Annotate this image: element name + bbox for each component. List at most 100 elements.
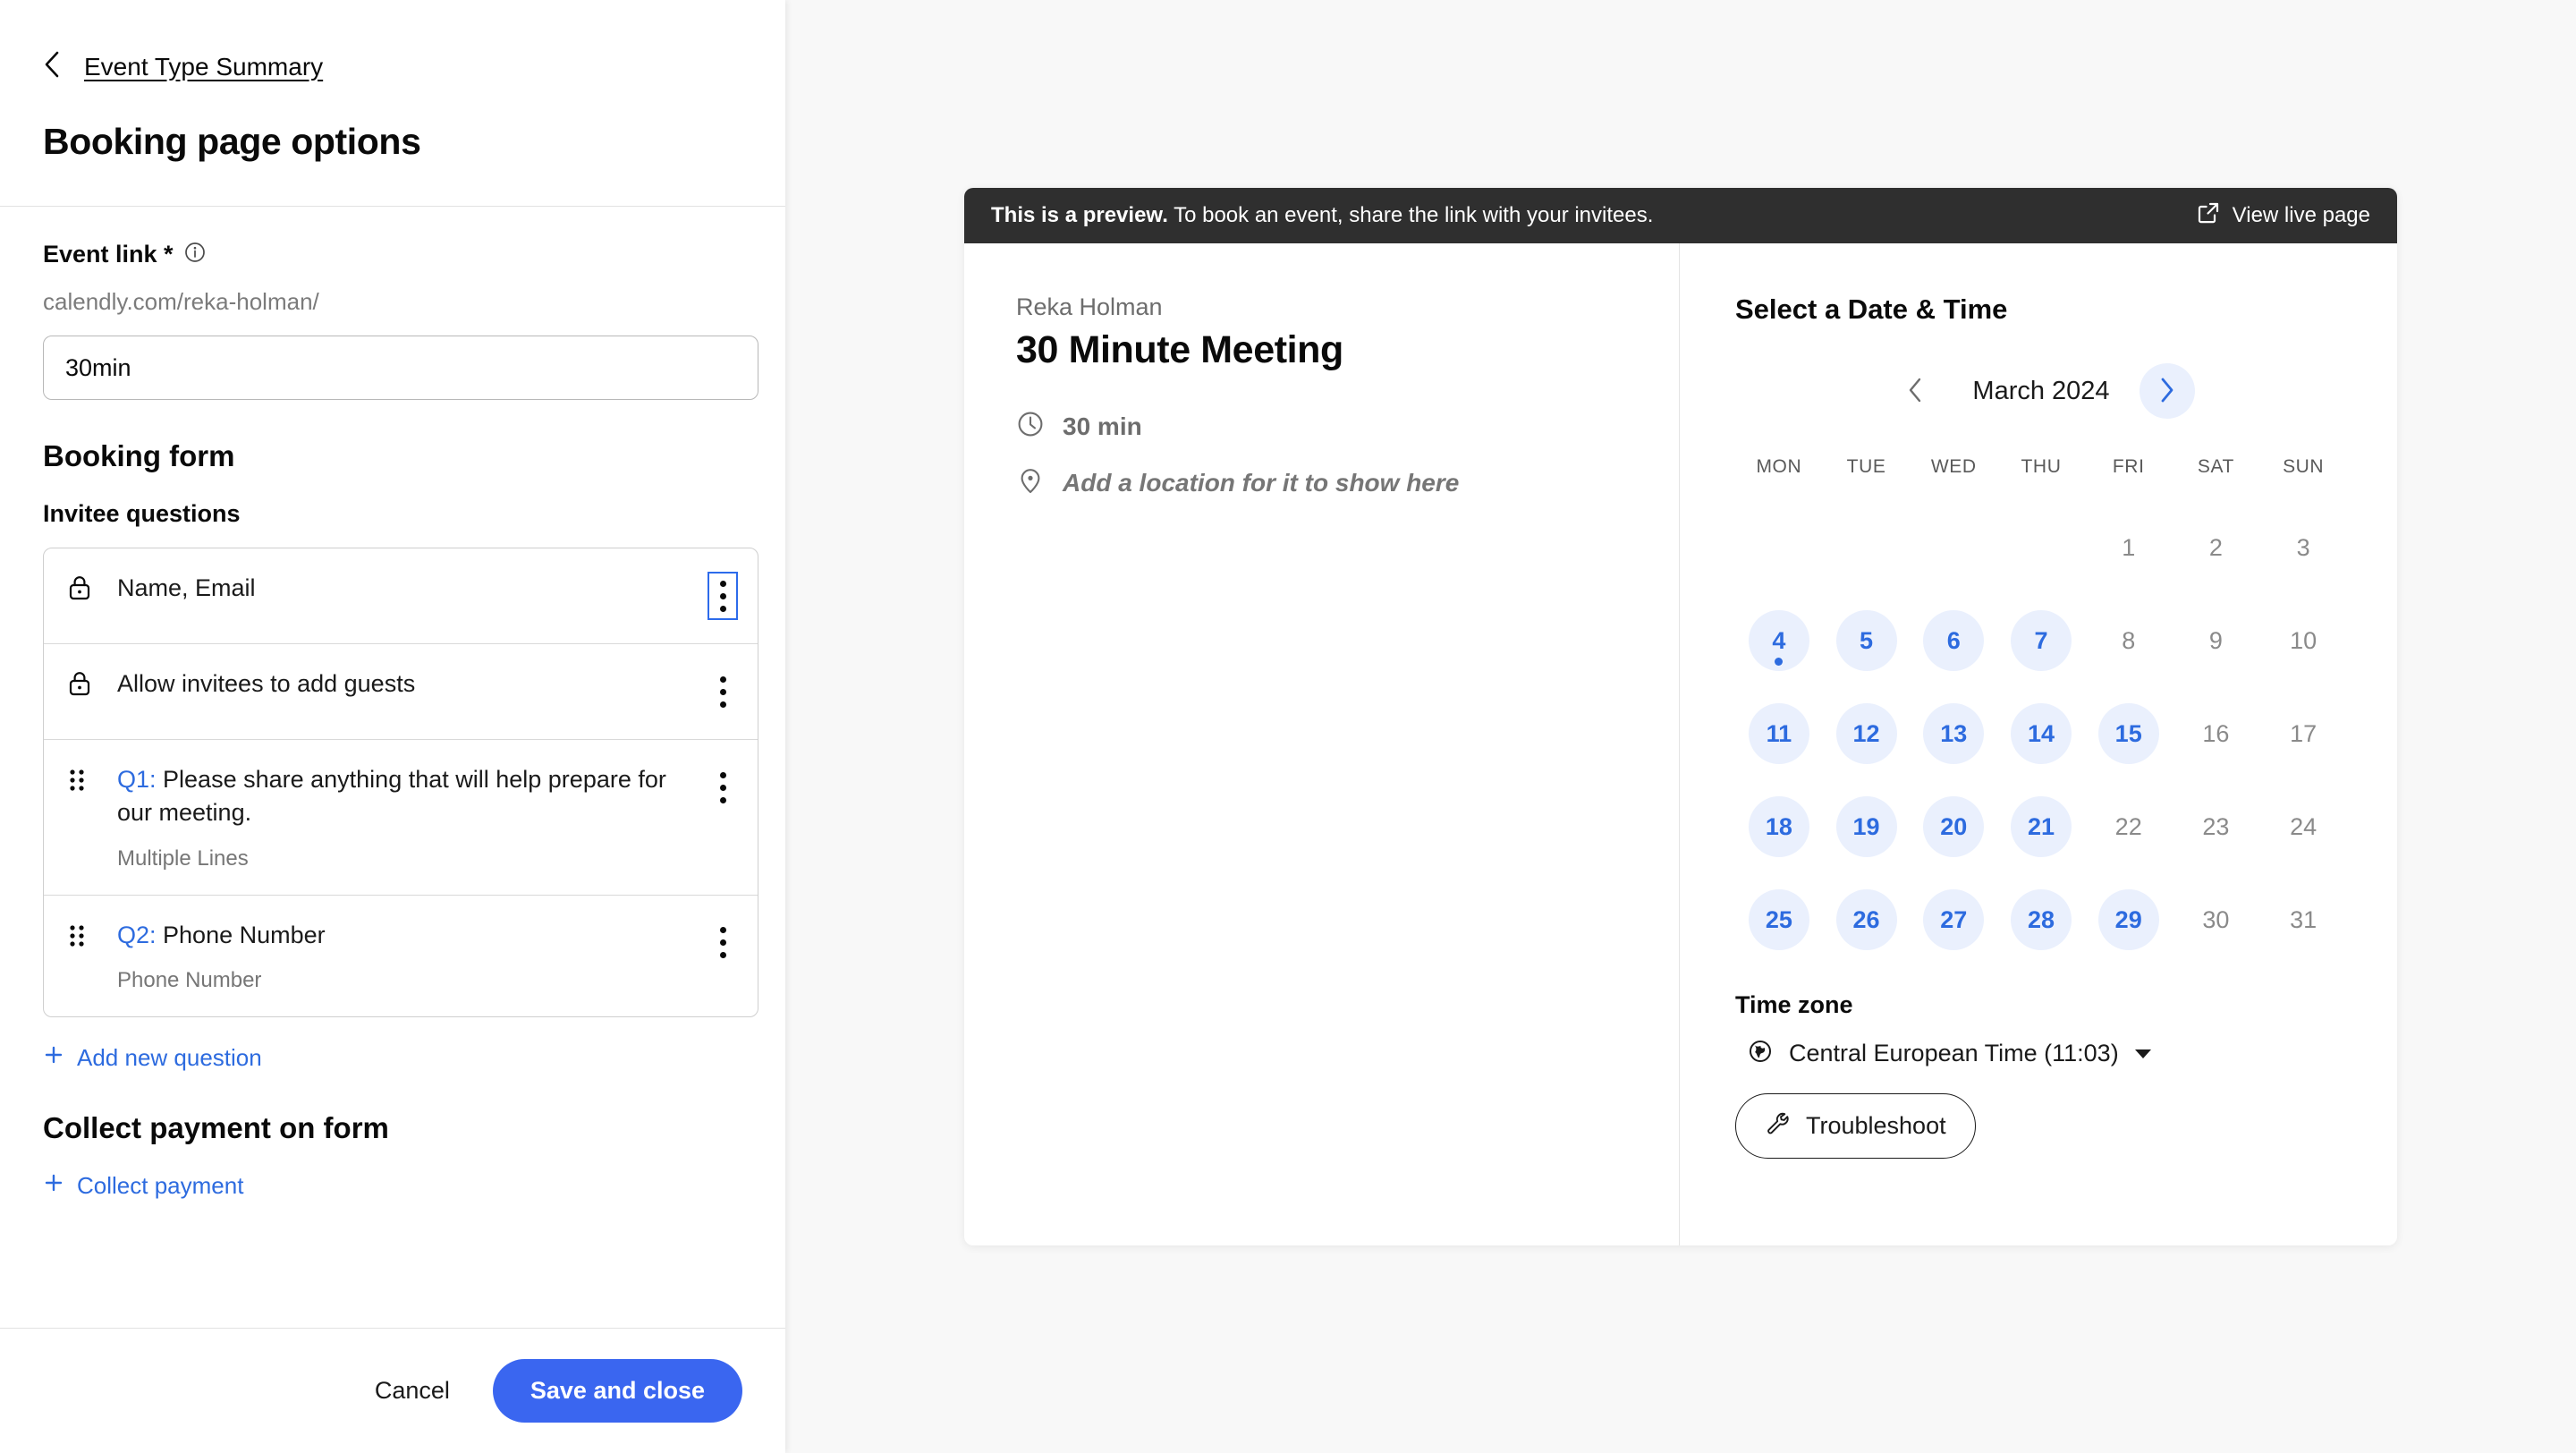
back-to-event-type-summary-link[interactable]: Event Type Summary xyxy=(43,50,742,83)
calendar-day-cell[interactable]: 12 xyxy=(1823,687,1911,780)
question-options-menu-button[interactable] xyxy=(708,763,738,811)
calendar-day-available[interactable]: 28 xyxy=(2010,889,2072,950)
info-icon[interactable] xyxy=(184,242,206,268)
calendar-day-available[interactable]: 21 xyxy=(2010,796,2072,857)
calendar-month-label: March 2024 xyxy=(1972,376,2110,405)
calendar-day-available[interactable]: 14 xyxy=(2010,703,2072,764)
calendar-day-available[interactable]: 12 xyxy=(1835,703,1897,764)
calendar-day-cell xyxy=(1997,501,2085,594)
preview-banner-strong: This is a preview. xyxy=(991,203,1168,227)
next-month-button[interactable] xyxy=(2140,363,2195,419)
calendar-day-cell[interactable]: 20 xyxy=(1910,780,1997,873)
calendar-day-header: SUN xyxy=(2283,456,2325,477)
view-live-page-button[interactable]: View live page xyxy=(2197,201,2370,231)
calendar-day-cell: 30 xyxy=(2173,873,2260,966)
calendar-day-cell[interactable]: 11 xyxy=(1735,687,1823,780)
kebab-dot-icon xyxy=(719,592,726,599)
lock-icon xyxy=(67,572,97,606)
calendar-day-cell[interactable]: 27 xyxy=(1910,873,1997,966)
calendar-day-cell[interactable]: 19 xyxy=(1823,780,1911,873)
troubleshoot-button[interactable]: Troubleshoot xyxy=(1735,1093,1976,1159)
calendar-day-unavailable: 2 xyxy=(2185,517,2246,578)
calendar-day-cell[interactable]: 5 xyxy=(1823,594,1911,687)
cancel-button[interactable]: Cancel xyxy=(368,1364,457,1417)
calendar-day-unavailable: 23 xyxy=(2185,796,2246,857)
previous-month-button[interactable] xyxy=(1887,363,1943,419)
calendar-day-number: 19 xyxy=(1852,812,1880,840)
calendar-day-cell[interactable]: 6 xyxy=(1910,594,1997,687)
question-options-menu-button[interactable] xyxy=(708,919,738,967)
calendar-day-empty xyxy=(2011,517,2072,578)
timezone-selector[interactable]: Central European Time (11:03) xyxy=(1748,1039,2347,1068)
calendar-navigation: March 2024 xyxy=(1735,363,2347,419)
calendar-day-empty xyxy=(1749,517,1809,578)
calendar-day-unavailable: 3 xyxy=(2273,517,2334,578)
event-link-url-prefix: calendly.com/reka-holman/ xyxy=(43,288,319,315)
calendar-day-available[interactable]: 7 xyxy=(2010,610,2072,671)
calendar-day-number: 23 xyxy=(2202,812,2230,840)
calendar-day-available[interactable]: 18 xyxy=(1748,796,1809,857)
kebab-dot-icon xyxy=(719,580,726,587)
calendar-day-cell[interactable]: 25 xyxy=(1735,873,1823,966)
calendar-day-cell[interactable]: 21 xyxy=(1997,780,2085,873)
calendar-day-cell[interactable]: 14 xyxy=(1997,687,2085,780)
calendar-day-available[interactable]: 29 xyxy=(2097,889,2159,950)
calendar-day-number: 25 xyxy=(1765,905,1792,933)
question-row-q2[interactable]: Q2: Phone Number Phone Number xyxy=(44,896,758,1016)
question-row-name-email[interactable]: Name, Email xyxy=(44,548,758,644)
save-and-close-button[interactable]: Save and close xyxy=(492,1359,742,1423)
calendar-day-available[interactable]: 4 xyxy=(1748,610,1809,671)
kebab-dot-icon xyxy=(719,939,726,946)
calendar-day-cell[interactable]: 4 xyxy=(1735,594,1823,687)
calendar-day-unavailable: 16 xyxy=(2185,703,2246,764)
invitee-questions-title: Invitee questions xyxy=(43,500,241,527)
preview-banner: This is a preview. To book an event, sha… xyxy=(964,188,2397,243)
add-new-question-label: Add new question xyxy=(77,1043,262,1071)
collect-payment-button[interactable]: Collect payment xyxy=(43,1172,742,1200)
calendar-day-available[interactable]: 15 xyxy=(2097,703,2159,764)
collect-payment-title: Collect payment on form xyxy=(43,1110,389,1144)
location-row: Add a location for it to show here xyxy=(1016,466,1634,499)
calendar-day-cell[interactable]: 15 xyxy=(2085,687,2173,780)
calendar-day-unavailable: 8 xyxy=(2098,610,2159,671)
calendar-day-available[interactable]: 25 xyxy=(1748,889,1809,950)
calendar-day-available[interactable]: 20 xyxy=(1923,796,1985,857)
calendar-day-available[interactable]: 5 xyxy=(1835,610,1897,671)
calendar-day-number: 18 xyxy=(1765,812,1792,840)
calendar-day-cell[interactable]: 13 xyxy=(1910,687,1997,780)
add-new-question-button[interactable]: Add new question xyxy=(43,1044,742,1072)
calendar-day-number: 17 xyxy=(2290,719,2318,747)
calendar-day-cell[interactable]: 28 xyxy=(1997,873,2085,966)
drag-handle-icon[interactable] xyxy=(67,763,97,799)
question-row-add-guests[interactable]: Allow invitees to add guests xyxy=(44,644,758,740)
page-title: Booking page options xyxy=(43,121,421,162)
calendar-day-available[interactable]: 19 xyxy=(1835,796,1897,857)
calendar-day-unavailable: 22 xyxy=(2098,796,2159,857)
calendar-day-available[interactable]: 6 xyxy=(1923,610,1985,671)
calendar-day-cell: 22 xyxy=(2085,780,2173,873)
invitee-questions-list: Name, Email Allow invitees to add guests… xyxy=(43,548,758,1017)
kebab-dot-icon xyxy=(719,605,726,612)
calendar-day-cell[interactable]: 26 xyxy=(1823,873,1911,966)
calendar-day-available[interactable]: 11 xyxy=(1748,703,1809,764)
calendar-day-cell: 8 xyxy=(2085,594,2173,687)
calendar-day-number: 20 xyxy=(1940,812,1968,840)
select-date-time-title: Select a Date & Time xyxy=(1735,293,2008,325)
event-link-slug-input[interactable] xyxy=(43,336,758,400)
question-options-menu-button[interactable] xyxy=(708,667,738,716)
calendar-day-cell[interactable]: 18 xyxy=(1735,780,1823,873)
calendar-day-number: 3 xyxy=(2296,533,2310,561)
timezone-value: Central European Time (11:03) xyxy=(1789,1040,2119,1066)
calendar-day-number: 24 xyxy=(2290,812,2318,840)
calendar-day-number: 27 xyxy=(1940,905,1968,933)
calendar-day-available[interactable]: 27 xyxy=(1923,889,1985,950)
booking-options-panel: Event Type Summary Booking page options … xyxy=(0,0,785,1453)
calendar-day-cell[interactable]: 29 xyxy=(2085,873,2173,966)
calendar-day-available[interactable]: 26 xyxy=(1835,889,1897,950)
question-options-menu-button[interactable] xyxy=(708,572,738,620)
calendar-day-cell[interactable]: 7 xyxy=(1997,594,2085,687)
drag-handle-icon[interactable] xyxy=(67,919,97,955)
calendar-day-available[interactable]: 13 xyxy=(1923,703,1985,764)
kebab-dot-icon xyxy=(719,927,726,933)
question-row-q1[interactable]: Q1: Please share anything that will help… xyxy=(44,740,758,896)
